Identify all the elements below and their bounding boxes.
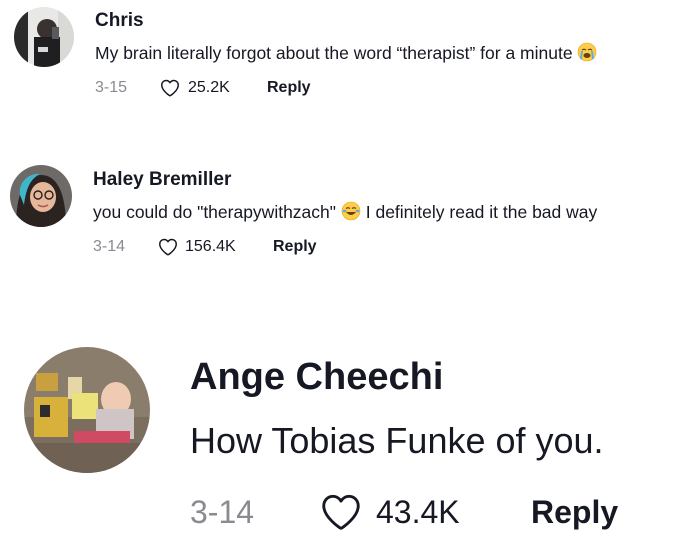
like-count: 25.2K xyxy=(188,79,230,96)
username[interactable]: Chris xyxy=(95,10,144,32)
heart-outline-icon xyxy=(161,79,179,97)
face-with-tears-of-joy-emoji xyxy=(341,201,361,226)
like-count: 156.4K xyxy=(185,238,236,255)
username[interactable]: Ange Cheechi xyxy=(190,356,443,399)
comment-text-part-1: you could do "therapywithzach" xyxy=(93,202,336,223)
like-button[interactable]: 25.2K xyxy=(159,77,267,99)
comment-date: 3-14 xyxy=(93,238,126,255)
comment-text: My brain literally forgot about the word… xyxy=(95,42,597,67)
loudly-crying-face-emoji xyxy=(577,42,597,67)
comment-date: 3-15 xyxy=(95,79,128,96)
like-button[interactable]: 43.4K xyxy=(318,489,531,535)
reply-button[interactable]: Reply xyxy=(273,238,317,256)
heart-outline-icon xyxy=(322,494,360,530)
heart-outline-icon xyxy=(159,238,177,256)
comment-meta: 3-14 43.4K Reply xyxy=(190,490,618,534)
username[interactable]: Haley Bremiller xyxy=(93,169,231,191)
comment-text: you could do "therapywithzach" I definit… xyxy=(93,201,597,226)
avatar[interactable] xyxy=(24,347,150,473)
comment-meta: 3-14 156.4K Reply xyxy=(93,235,317,259)
like-count: 43.4K xyxy=(376,493,460,530)
reply-button[interactable]: Reply xyxy=(267,79,311,97)
comment-text-part-2: I definitely read it the bad way xyxy=(365,202,598,223)
reply-button[interactable]: Reply xyxy=(531,494,618,531)
comment-text: How Tobias Funke of you. xyxy=(190,420,604,461)
comment-meta: 3-15 25.2K Reply xyxy=(95,76,311,100)
avatar[interactable] xyxy=(14,7,74,67)
avatar[interactable] xyxy=(10,165,72,227)
like-button[interactable]: 156.4K xyxy=(157,236,273,258)
comment-text-body: My brain literally forgot about the word… xyxy=(95,43,573,64)
comment-date: 3-14 xyxy=(190,493,255,530)
